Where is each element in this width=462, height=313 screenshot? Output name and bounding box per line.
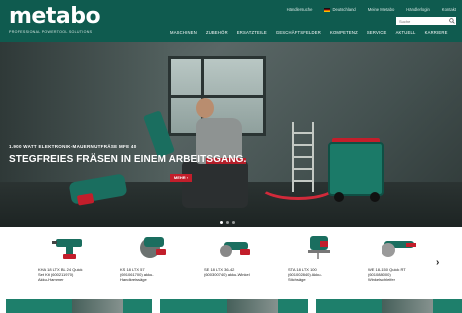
dealer-search-link[interactable]: Händlersuche [287, 7, 313, 12]
nav-item-service[interactable]: SERVICE [367, 30, 387, 35]
product-name: STA 18 LTX 100 (601002840) Akku- Stichsä… [288, 267, 322, 282]
nav-item-business-areas[interactable]: GESCHÄFTSFELDER [276, 30, 321, 35]
nav-item-news[interactable]: AKTUELL [396, 30, 416, 35]
nav-item-career[interactable]: KARRIERE [425, 30, 448, 35]
product-card[interactable]: SE 18 LTX 36-42 (600300740) akku-Winkel [204, 231, 270, 297]
worker-head-graphic [196, 98, 214, 118]
search-icon[interactable] [449, 18, 455, 24]
teaser-tile[interactable] [160, 299, 308, 313]
circular-saw-image [140, 237, 166, 258]
vacuum-hose-graphic [258, 170, 338, 200]
rotary-hammer-image [52, 239, 82, 259]
product-name: KS 18 LTX 57 (691061700) akku- Handkreis… [120, 267, 154, 282]
worker-legs-graphic [182, 160, 248, 208]
angle-grinder-image [220, 242, 250, 257]
nav-item-accessories[interactable]: ZUBEHÖR [206, 30, 228, 35]
nav-item-competence[interactable]: KOMPETENZ [330, 30, 358, 35]
dealer-login-link[interactable]: Händlerlogin [406, 7, 430, 12]
slide-dot[interactable] [220, 221, 223, 224]
hero-slide-indicator [220, 221, 235, 224]
country-label: Deutschland [332, 7, 356, 12]
metabo-logo[interactable]: metabo [9, 6, 101, 28]
hero-kicker: 1.900 WATT ELEKTRONIK-MAUERNUTFRÄSE MFE … [9, 144, 137, 149]
hero-more-button[interactable]: MEHR › [170, 174, 192, 182]
germany-flag-icon [324, 7, 331, 12]
nav-item-machines[interactable]: MASCHINEN [170, 30, 197, 35]
grinder-image [382, 241, 416, 257]
hero-banner[interactable]: 1.900 WATT ELEKTRONIK-MAUERNUTFRÄSE MFE … [0, 42, 462, 227]
product-card[interactable]: KHA 18 LTX BL 24 Quick Set Kit (60021197… [38, 231, 104, 297]
top-utility-bar: Händlersuche Deutschland Meine Metabo Hä… [287, 7, 456, 12]
vacuum-wheel-graphic [334, 192, 344, 202]
brand-tagline: PROFESSIONAL POWERTOOL SOLUTIONS [9, 30, 93, 34]
dust-extractor-graphic [328, 142, 384, 196]
product-name: KHA 18 LTX BL 24 Quick Set Kit (60021197… [38, 267, 83, 282]
main-navigation: MASCHINEN ZUBEHÖR ERSATZTEILE GESCHÄFTSF… [170, 30, 448, 35]
contact-link[interactable]: Kontakt [442, 7, 456, 12]
product-carousel: KHA 18 LTX BL 24 Quick Set Kit (60021197… [0, 227, 462, 299]
hero-title: STEGFREIES FRÄSEN IN EINEM ARBEITSGANG. [9, 154, 247, 165]
country-selector[interactable]: Deutschland [324, 7, 356, 12]
my-metabo-link[interactable]: Meine Metabo [368, 7, 395, 12]
nav-item-spare-parts[interactable]: ERSATZTEILE [237, 30, 267, 35]
product-name: SE 18 LTX 36-42 (600300740) akku-Winkel [204, 267, 250, 277]
site-header: metabo PROFESSIONAL POWERTOOL SOLUTIONS … [0, 0, 462, 42]
product-card[interactable]: STA 18 LTX 100 (601002840) Akku- Stichsä… [288, 231, 354, 297]
product-name: WE 18-150 Quick RT (601088000) Winkelsch… [368, 267, 406, 282]
slide-dot[interactable] [226, 221, 229, 224]
teaser-tile[interactable] [316, 299, 462, 313]
carousel-next-icon[interactable]: › [436, 257, 439, 268]
teaser-tile[interactable] [6, 299, 152, 313]
jigsaw-image [308, 236, 330, 259]
slide-dot[interactable] [232, 221, 235, 224]
product-card[interactable]: KS 18 LTX 57 (691061700) akku- Handkreis… [120, 231, 186, 297]
vacuum-wheel-graphic [370, 192, 380, 202]
search-input[interactable] [396, 17, 456, 25]
product-card[interactable]: WE 18-150 Quick RT (601088000) Winkelsch… [368, 231, 434, 297]
